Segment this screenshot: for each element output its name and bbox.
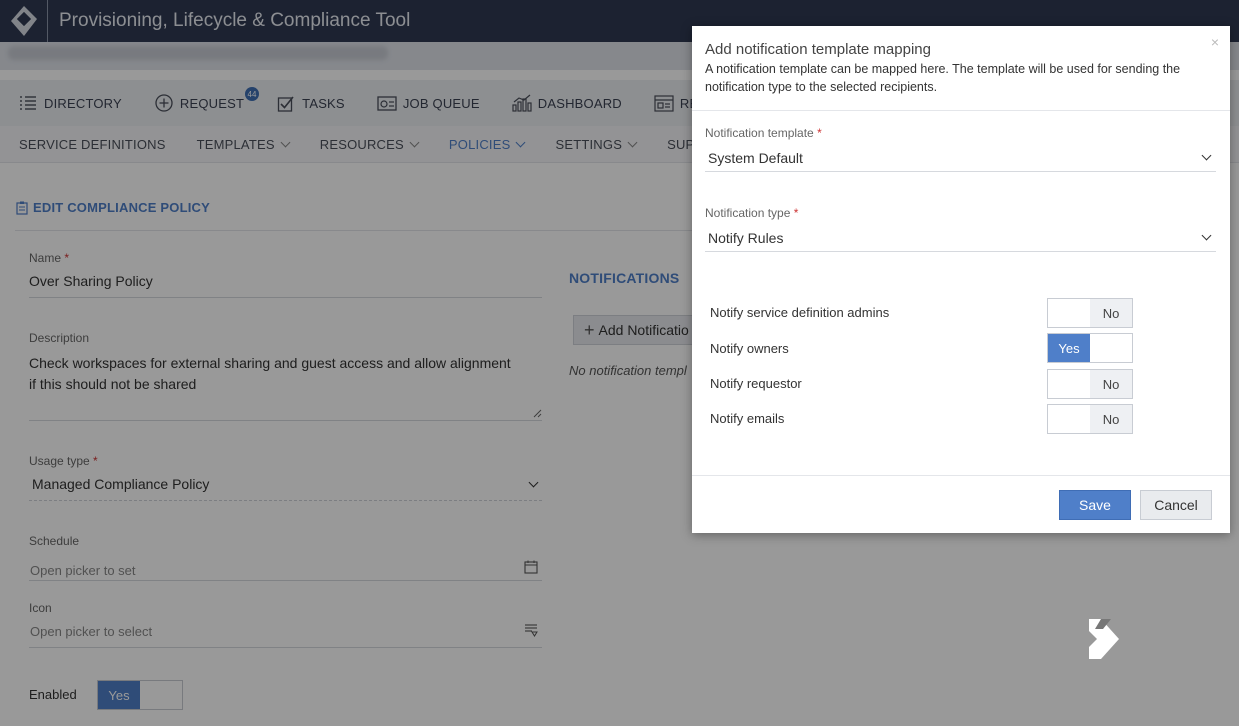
toggle-no: No (1090, 370, 1132, 398)
notify-emails-toggle[interactable]: No (1047, 404, 1133, 434)
type-label-text: Notification type (705, 206, 791, 220)
notify-owners-label: Notify owners (710, 341, 789, 356)
close-icon[interactable]: × (1211, 34, 1219, 50)
type-select[interactable]: Notify Rules (705, 224, 1216, 252)
toggle-empty (1048, 299, 1090, 327)
template-label: Notification template * (705, 126, 822, 140)
chevron-down-icon (1201, 230, 1212, 241)
toggle-no: No (1090, 299, 1132, 327)
toggle-empty (1090, 334, 1132, 362)
toggle-no: No (1090, 405, 1132, 433)
type-select-value: Notify Rules (708, 229, 784, 246)
dialog-title: Add notification template mapping (705, 41, 931, 58)
notify-owners-toggle[interactable]: Yes (1047, 333, 1133, 363)
template-select[interactable]: System Default (705, 144, 1216, 172)
divider (692, 475, 1230, 476)
toggle-yes: Yes (1048, 334, 1090, 362)
notify-admins-toggle[interactable]: No (1047, 298, 1133, 328)
notification-mapping-dialog: Add notification template mapping × A no… (692, 26, 1230, 533)
required-mark: * (793, 206, 799, 220)
notify-requestor-toggle[interactable]: No (1047, 369, 1133, 399)
chevron-down-icon (1201, 150, 1212, 161)
template-select-value: System Default (708, 149, 803, 166)
notify-admins-label: Notify service definition admins (710, 305, 890, 320)
divider (692, 110, 1230, 111)
toggle-empty (1048, 405, 1090, 433)
required-mark: * (817, 126, 822, 140)
template-label-text: Notification template (705, 126, 814, 140)
notify-emails-label: Notify emails (710, 411, 785, 426)
toggle-empty (1048, 370, 1090, 398)
watermark-logo-icon (1089, 619, 1119, 659)
type-label: Notification type * (705, 206, 798, 220)
notify-requestor-label: Notify requestor (710, 376, 802, 391)
dialog-description: A notification template can be mapped he… (705, 62, 1181, 94)
save-button[interactable]: Save (1059, 490, 1131, 520)
cancel-button[interactable]: Cancel (1140, 490, 1212, 520)
